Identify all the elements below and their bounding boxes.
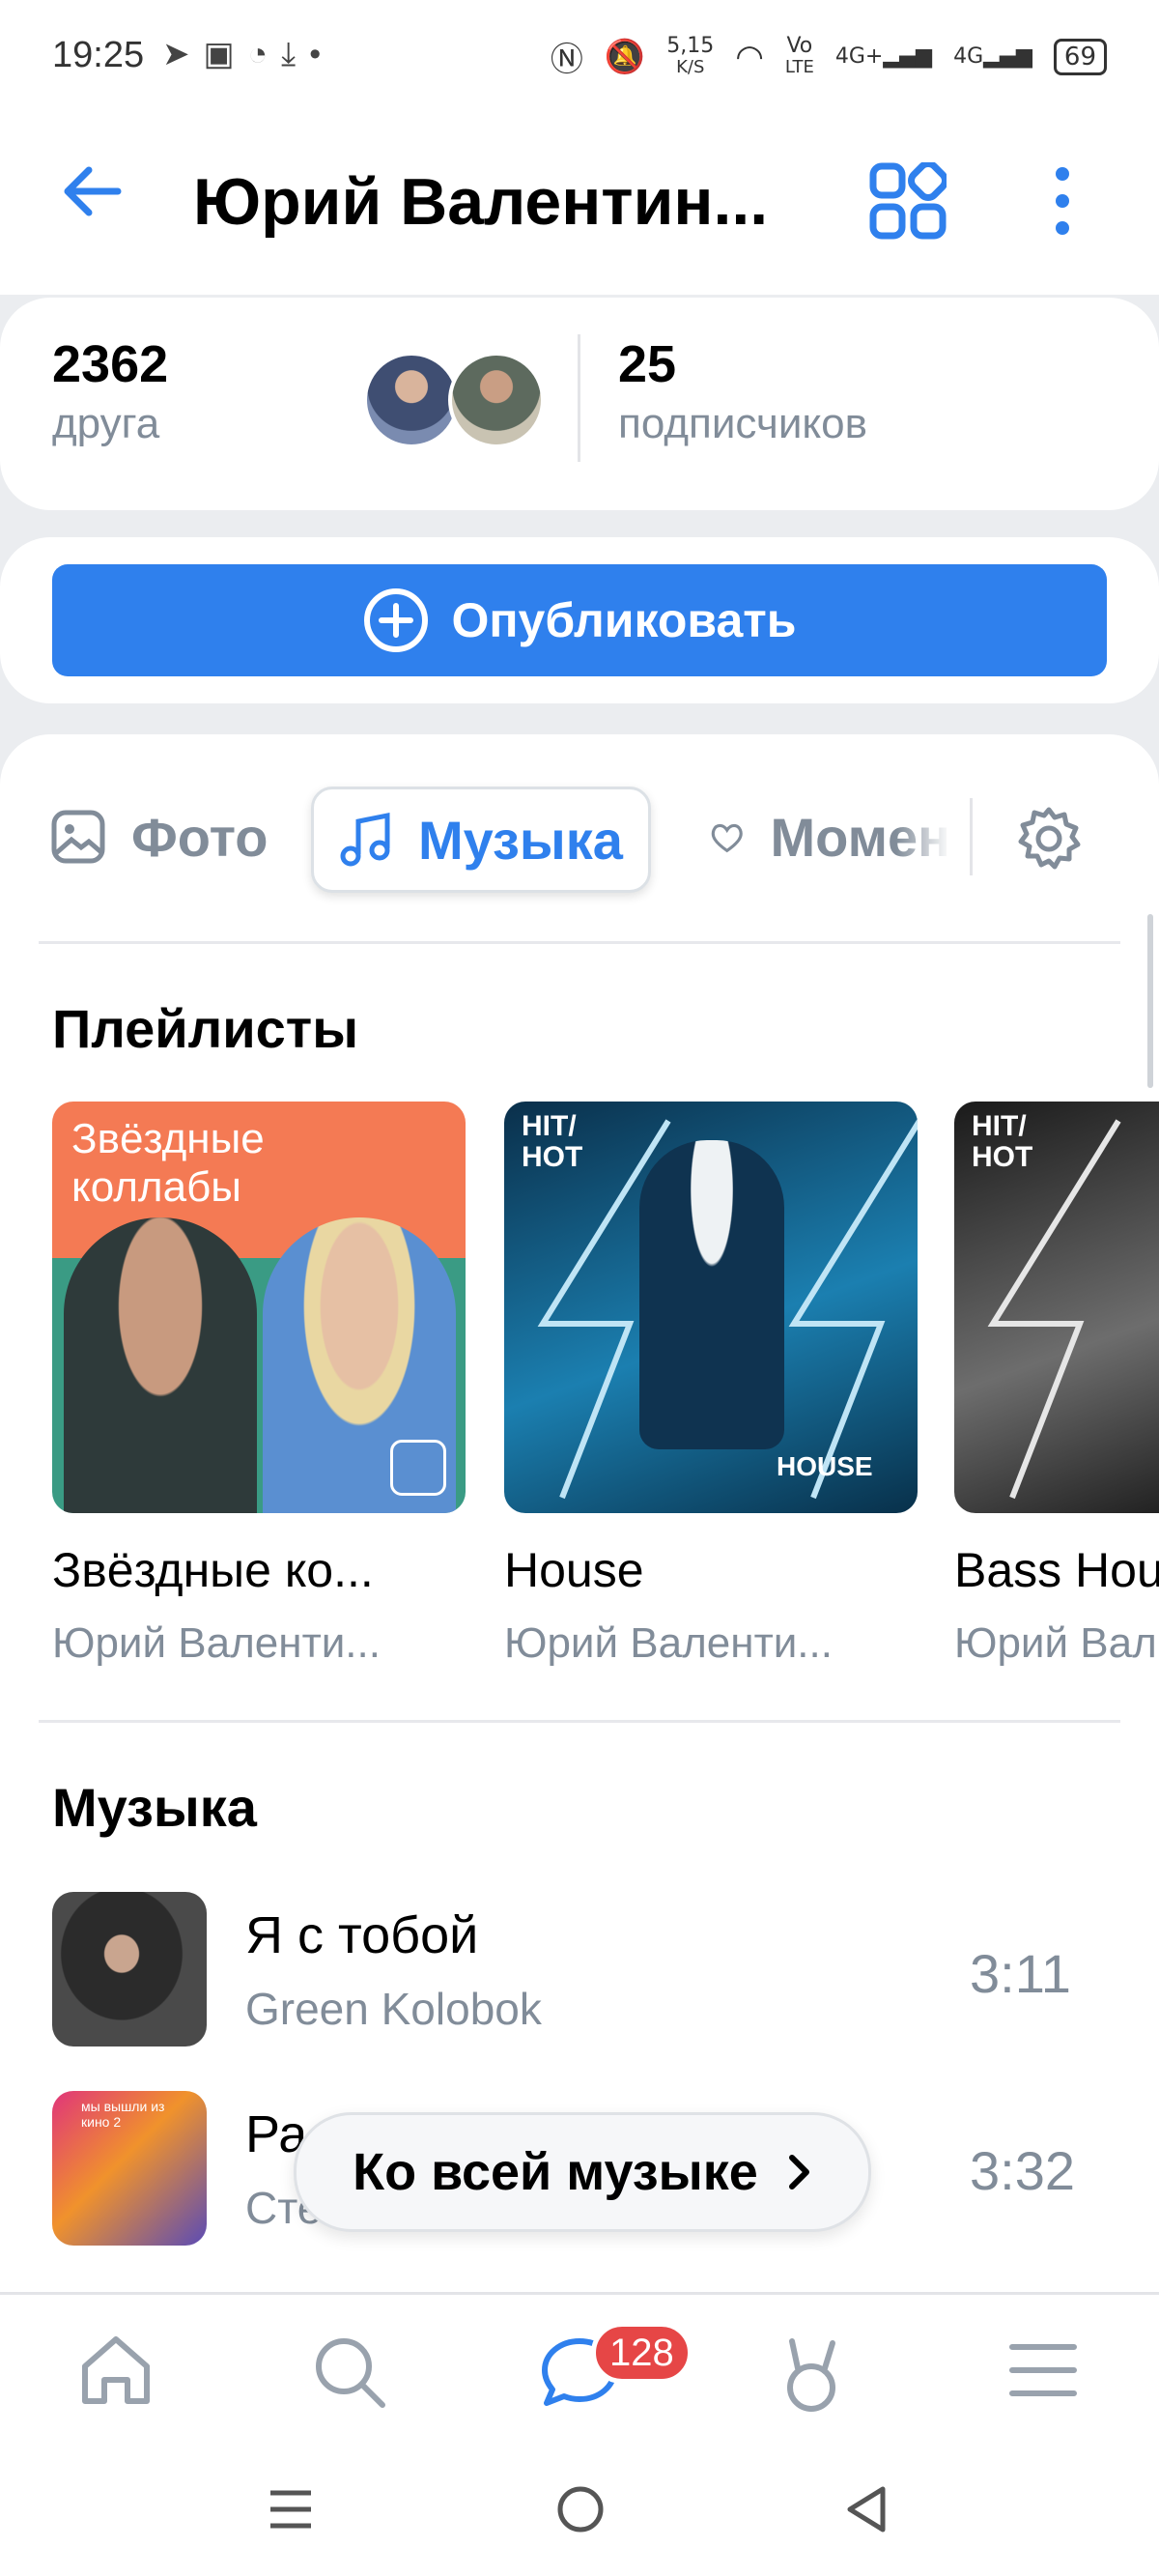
volte-indicator: Vo LTE	[784, 33, 814, 77]
playlist-title: House	[504, 1543, 644, 1597]
cover-label: HOUSE	[777, 1451, 873, 1481]
stats-card: 2362 друга 25 подписчиков	[0, 298, 1159, 510]
recent-apps-button[interactable]	[267, 2485, 315, 2538]
nav-menu[interactable]	[1008, 2341, 1078, 2404]
section-divider	[39, 1720, 1120, 1723]
friends-stat[interactable]: 2362 друга	[52, 334, 168, 448]
nav-clips[interactable]	[773, 2333, 850, 2419]
telegram-icon: ➤	[162, 36, 204, 72]
stats-divider	[578, 334, 580, 462]
chat-icon: ◔	[247, 36, 282, 72]
playlist-title: Звёздные ко...	[52, 1543, 374, 1597]
system-nav	[0, 2445, 1159, 2576]
home-icon	[82, 2336, 150, 2404]
nav-search[interactable]	[311, 2333, 388, 2416]
tab-label: Музыка	[418, 809, 623, 871]
track-cover: мы вышли из кино 2	[52, 2091, 207, 2246]
chevron-right-icon	[788, 2155, 809, 2190]
message-icon: ▣	[203, 36, 248, 72]
publish-label: Опубликовать	[451, 593, 797, 647]
triangle-back-icon	[847, 2486, 886, 2533]
plus-circle-icon	[364, 588, 429, 652]
tab-moments[interactable]: Момен	[709, 787, 950, 887]
cover-shape	[987, 1119, 1121, 1500]
playlist-cover[interactable]: Звёздные коллабы	[52, 1102, 466, 1513]
track-cover	[52, 1892, 207, 2046]
playlist-cover[interactable]: HIT/ HOT	[954, 1102, 1159, 1513]
cover-text: мы вышли из кино 2	[81, 2099, 165, 2130]
mute-icon: 🔕	[604, 37, 646, 76]
followers-count: 25	[618, 335, 677, 393]
search-icon	[316, 2338, 385, 2408]
tab-photo[interactable]: Фото	[50, 787, 269, 887]
gear-icon	[1018, 807, 1081, 870]
nfc-icon: Ⓝ	[550, 41, 583, 79]
playlist-owner: Юрий Валенти...	[504, 1619, 833, 1667]
all-music-button[interactable]: Ко всей музыке	[294, 2112, 871, 2232]
tab-music[interactable]: Музыка	[311, 787, 651, 893]
bottom-nav: 128	[0, 2292, 1159, 2447]
scrollbar[interactable]	[1147, 914, 1153, 1088]
playlist-title: Bass Hou	[954, 1543, 1159, 1597]
back-button[interactable]	[60, 162, 126, 232]
music-note-icon	[340, 812, 390, 867]
track-duration: 3:11	[970, 1943, 1071, 2004]
vk-music-icon	[390, 1440, 446, 1496]
messages-badge: 128	[591, 2322, 693, 2384]
status-time: 19:25	[52, 35, 145, 75]
tab-label: Момен	[770, 806, 950, 868]
more-vertical-icon	[1056, 167, 1069, 235]
followers-stat[interactable]: 25 подписчиков	[618, 334, 867, 448]
friend-avatar	[448, 352, 545, 448]
cover-person	[64, 1217, 257, 1513]
services-button[interactable]	[869, 160, 948, 244]
page-title: Юрий Валентин...	[193, 165, 769, 239]
track-title: Я с тобой	[245, 1906, 479, 1964]
playlists-title: Плейлисты	[52, 998, 359, 1059]
friends-count: 2362	[52, 335, 169, 393]
recent-apps-icon	[270, 2490, 311, 2529]
track-artist: Green Kolobok	[245, 1984, 542, 2034]
signal-4g-plus: 4G+▂▄▆	[834, 44, 933, 69]
signal-4g: 4G▂▄▆	[953, 44, 1032, 69]
more-button[interactable]	[1043, 166, 1082, 241]
clips-icon	[787, 2338, 835, 2412]
status-right: Ⓝ 🔕 5,15 K/S ◠ Vo LTE 4G+▂▄▆ 4G▂▄▆ 69	[551, 33, 1107, 80]
playlist-owner: Юрий Вал	[954, 1619, 1157, 1667]
tabs-separator	[970, 798, 973, 875]
playlist-cover[interactable]: HIT/ HOT HOUSE	[504, 1102, 918, 1513]
menu-icon	[1009, 2344, 1077, 2396]
grid-icon	[869, 160, 948, 240]
moments-icon	[711, 823, 743, 853]
back-system-button[interactable]	[842, 2483, 890, 2540]
followers-label: подписчиков	[618, 400, 868, 447]
dot-icon: •	[309, 36, 335, 72]
profile-header: Юрий Валентин...	[0, 106, 1159, 295]
download-icon: ⤓	[281, 36, 310, 72]
nav-home[interactable]	[77, 2333, 155, 2412]
tab-label: Фото	[131, 806, 269, 868]
tabs-settings-button[interactable]	[1016, 806, 1082, 876]
cover-person	[639, 1140, 784, 1449]
all-music-label: Ко всей музыке	[353, 2143, 758, 2201]
photo-icon	[51, 810, 105, 864]
cover-text: Звёздные коллабы	[71, 1115, 265, 1211]
music-title: Музыка	[52, 1777, 257, 1838]
track-duration: 3:32	[970, 2140, 1075, 2201]
publish-button[interactable]: Опубликовать	[52, 564, 1107, 676]
net-speed: 5,15 K/S	[666, 33, 715, 77]
friend-avatar	[363, 352, 460, 448]
track-row[interactable]: Я с тобой Green Kolobok 3:11	[0, 1888, 1159, 2052]
arrow-left-icon	[64, 166, 122, 216]
notification-icons: ➤▣◔⤓•	[162, 35, 334, 73]
friends-label: друга	[52, 400, 160, 447]
section-divider	[39, 941, 1120, 944]
battery-indicator: 69	[1053, 38, 1107, 75]
content-card	[0, 734, 1159, 2300]
circle-home-icon	[557, 2486, 604, 2533]
wifi-icon: ◠	[735, 37, 764, 76]
playlist-owner: Юрий Валенти...	[52, 1619, 381, 1667]
status-bar: 19:25 ➤▣◔⤓• Ⓝ 🔕 5,15 K/S ◠ Vo LTE 4G+▂▄▆…	[0, 0, 1159, 106]
home-system-button[interactable]	[554, 2483, 607, 2540]
